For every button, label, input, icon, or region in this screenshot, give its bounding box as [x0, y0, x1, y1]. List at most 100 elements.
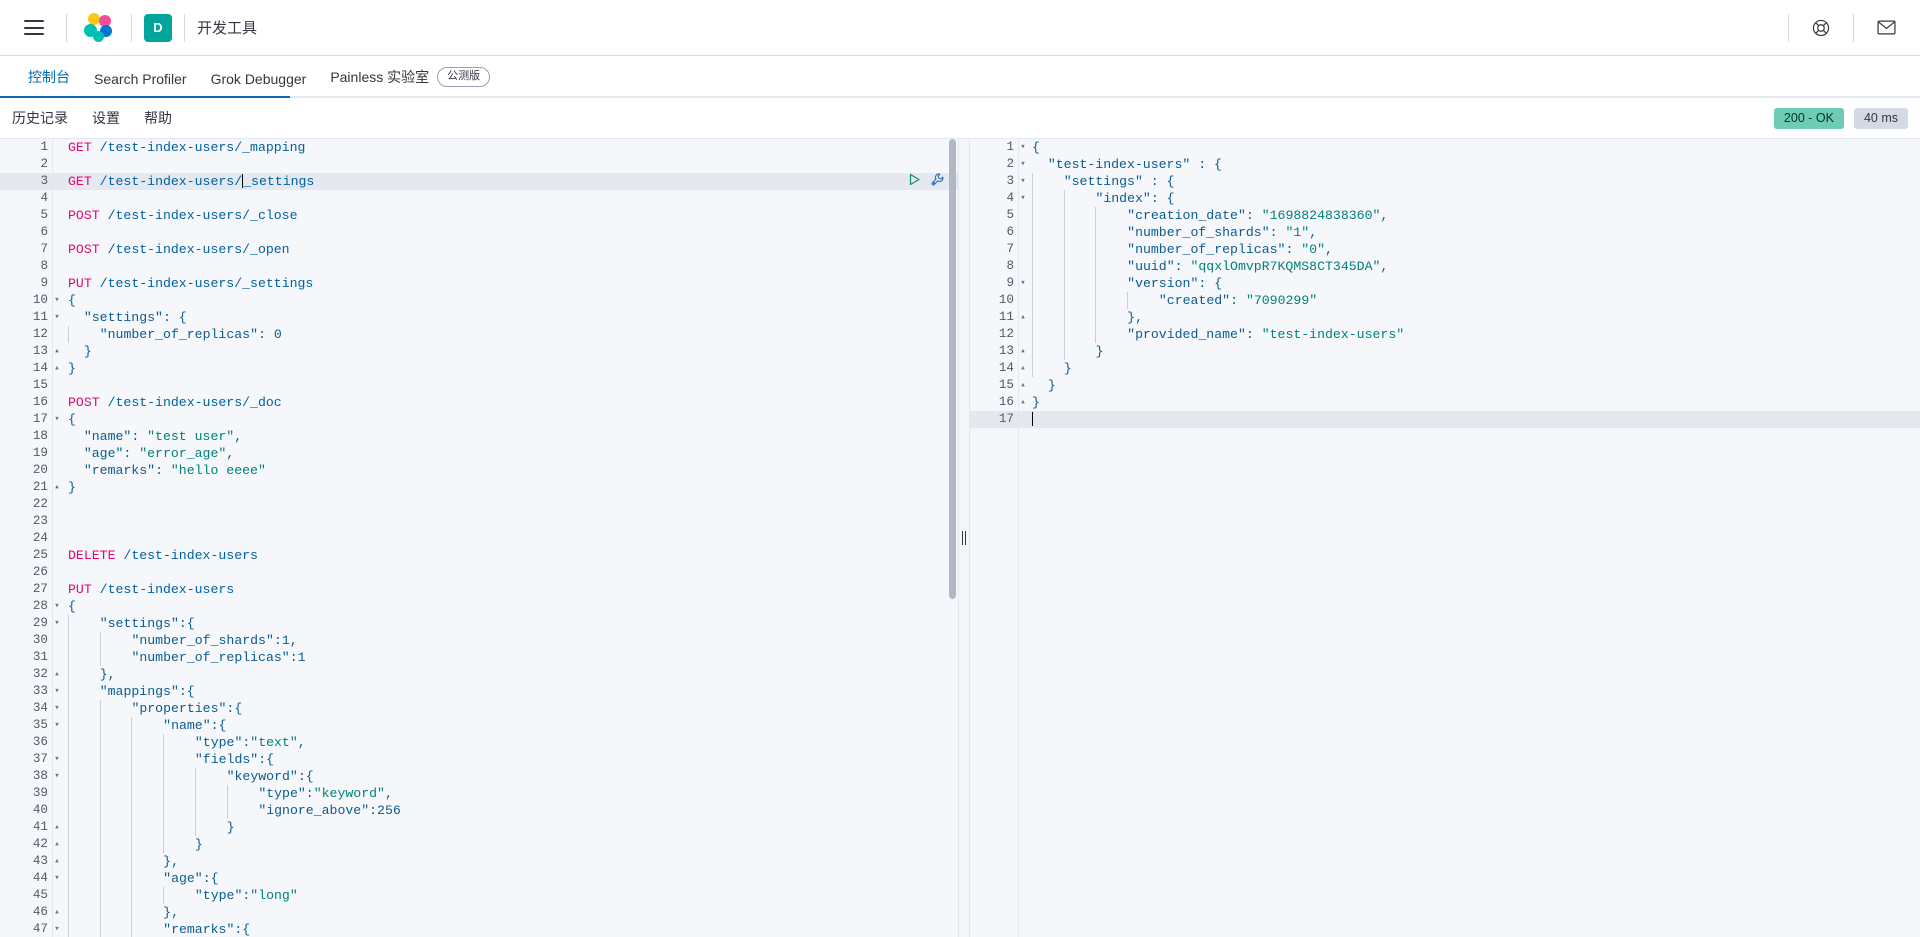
code-line[interactable]: 2 ▾ "test-index-users" : { [970, 156, 1920, 173]
code-line-text: "keyword":{ [52, 768, 958, 785]
code-token: "remarks" [83, 463, 156, 478]
line-number: 6 [1006, 225, 1014, 239]
code-line[interactable]: 44 ▾ "age":{ [0, 870, 958, 887]
code-token: : [273, 633, 282, 648]
tab-search-profiler[interactable]: Search Profiler [82, 71, 199, 98]
code-line[interactable]: 14 ▴} [0, 360, 958, 377]
space-avatar[interactable]: D [144, 13, 172, 42]
lifebuoy-help-icon[interactable] [1801, 8, 1841, 48]
code-line[interactable]: 7 "number_of_replicas": "0", [970, 241, 1920, 258]
line-number: 12 [998, 327, 1014, 341]
indent-guide [1032, 258, 1064, 275]
code-line[interactable]: 8 "uuid": "qqxlOmvpR7KQMS8CT345DA", [970, 258, 1920, 275]
code-line[interactable]: 1 GET /test-index-users/_mapping [0, 139, 958, 156]
settings-link[interactable]: 设置 [92, 108, 120, 128]
code-line-text: } [1018, 360, 1920, 377]
code-line[interactable]: 34 ▾ "properties":{ [0, 700, 958, 717]
code-line[interactable]: 18 "name": "test user", [0, 428, 958, 445]
code-line[interactable]: 5 "creation_date": "1698824838360", [970, 207, 1920, 224]
code-line[interactable]: 7 POST /test-index-users/_open [0, 241, 958, 258]
request-editor-code[interactable]: 1 GET /test-index-users/_mapping 2 3 GET /te… [0, 139, 958, 937]
code-line[interactable]: 36 "type":"text", [0, 734, 958, 751]
code-line[interactable]: 3 ▾ "settings" : { [970, 173, 1920, 190]
code-line[interactable]: 20 "remarks": "hello eeee" [0, 462, 958, 479]
code-line[interactable]: 4 [0, 190, 958, 207]
code-line[interactable]: 35 ▾ "name":{ [0, 717, 958, 734]
envelope-icon[interactable] [1866, 8, 1906, 48]
tab-console[interactable]: 控制台 [16, 67, 82, 98]
code-line[interactable]: 2 [0, 156, 958, 173]
code-token: "created" [1158, 293, 1231, 308]
pane-resizer[interactable] [958, 139, 970, 937]
code-line[interactable]: 43 ▴}, [0, 853, 958, 870]
code-line[interactable]: 10 "created": "7090299" [970, 292, 1920, 309]
code-line[interactable]: 11 ▾ "settings": { [0, 309, 958, 326]
code-line[interactable]: 16 ▴} [970, 394, 1920, 411]
tab-grok-debugger[interactable]: Grok Debugger [199, 71, 319, 98]
code-line[interactable]: 25 DELETE /test-index-users [0, 547, 958, 564]
code-line[interactable]: 22 [0, 496, 958, 513]
code-line[interactable]: 11 ▴}, [970, 309, 1920, 326]
code-line[interactable]: 3 GET /test-index-users/_settings [0, 172, 958, 191]
code-token: :{ [258, 752, 275, 767]
code-line[interactable]: 6 [0, 224, 958, 241]
code-line[interactable]: 10 ▾ { [0, 292, 958, 309]
response-pane[interactable]: 1 ▾{2 ▾ "test-index-users" : {3 ▾ "settings"… [970, 139, 1920, 937]
code-line[interactable]: 23 [0, 513, 958, 530]
code-line[interactable]: 9 ▾ "version": { [970, 275, 1920, 292]
code-line[interactable]: 40 "ignore_above":256 [0, 802, 958, 819]
code-line[interactable]: 31 "number_of_replicas":1 [0, 649, 958, 666]
code-line[interactable]: 16 POST /test-index-users/_doc [0, 394, 958, 411]
code-line[interactable]: 29 ▾ "settings":{ [0, 615, 958, 632]
code-line[interactable]: 8 [0, 258, 958, 275]
request-editor-pane[interactable]: 1 GET /test-index-users/_mapping 2 3 GET /te… [0, 139, 958, 937]
code-line[interactable]: 30 "number_of_shards":1, [0, 632, 958, 649]
code-line[interactable]: 1 ▾ { [970, 139, 1920, 156]
tab-painless-lab[interactable]: Painless 实验室 公测版 [318, 67, 502, 98]
code-line[interactable]: 6 "number_of_shards": "1", [970, 224, 1920, 241]
code-line[interactable]: 45 "type":"long" [0, 887, 958, 904]
code-line[interactable]: 24 [0, 530, 958, 547]
code-line[interactable]: 37 ▾ "fields":{ [0, 751, 958, 768]
page-title: 开发工具 [197, 20, 258, 37]
hamburger-menu-icon[interactable] [14, 8, 54, 48]
code-line[interactable]: 19 "age": "error_age", [0, 445, 958, 462]
code-token: , [1380, 259, 1389, 274]
help-link[interactable]: 帮助 [144, 108, 172, 128]
code-line[interactable]: 5 POST /test-index-users/_close [0, 207, 958, 224]
request-editor-scrollbar[interactable] [949, 139, 956, 599]
code-line[interactable]: 41 ▴} [0, 819, 958, 836]
code-line[interactable]: 33 ▾ "mappings":{ [0, 683, 958, 700]
code-line[interactable]: 28 ▾ { [0, 598, 958, 615]
code-line[interactable]: 13 ▴} [970, 343, 1920, 360]
code-line[interactable]: 15 [0, 377, 958, 394]
code-line[interactable]: 32 ▴}, [0, 666, 958, 683]
code-line[interactable]: 26 [0, 564, 958, 581]
code-line[interactable]: 12 "number_of_replicas": 0 [0, 326, 958, 343]
code-line[interactable]: 13 ▴ } [0, 343, 958, 360]
code-line[interactable]: 17 ▾ { [0, 411, 958, 428]
wrench-icon[interactable] [931, 172, 944, 191]
code-line[interactable]: 21 ▴} [0, 479, 958, 496]
code-line[interactable]: 38 ▾ "keyword":{ [0, 768, 958, 785]
indent-guide [131, 734, 163, 751]
play-triangle-icon[interactable] [908, 173, 921, 191]
code-line[interactable]: 4 ▾ "index": { [970, 190, 1920, 207]
code-line[interactable]: 39 "type":"keyword", [0, 785, 958, 802]
indent-guide [1032, 241, 1064, 258]
code-line[interactable]: 15 ▴ } [970, 377, 1920, 394]
indent-guide [163, 802, 195, 819]
elastic-logo-icon[interactable] [79, 8, 119, 48]
code-line[interactable]: 14 ▴} [970, 360, 1920, 377]
code-token: { [68, 412, 76, 427]
line-number: 34 ▾ [0, 700, 60, 717]
code-line[interactable]: 42 ▴} [0, 836, 958, 853]
code-line[interactable]: 12 "provided_name": "test-index-users" [970, 326, 1920, 343]
code-line[interactable]: 17 [970, 411, 1920, 428]
code-line[interactable]: 27 PUT /test-index-users [0, 581, 958, 598]
code-line[interactable]: 46 ▴}, [0, 904, 958, 921]
response-output-code[interactable]: 1 ▾{2 ▾ "test-index-users" : {3 ▾ "settings"… [970, 139, 1920, 428]
code-line[interactable]: 47 ▾ "remarks":{ [0, 921, 958, 937]
code-line[interactable]: 9 PUT /test-index-users/_settings [0, 275, 958, 292]
history-link[interactable]: 历史记录 [12, 108, 68, 128]
